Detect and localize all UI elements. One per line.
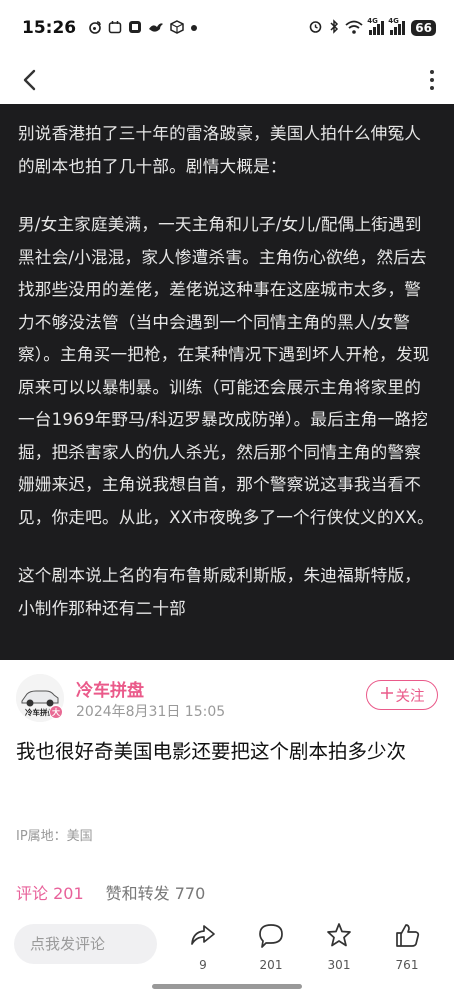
bird-icon [148, 20, 164, 37]
status-bar: 15:26 4G 4G 66 [0, 0, 454, 56]
author-row: 冷车拼盘 大 冷车拼盘 2024年8月31日 15:05 关注 [0, 668, 454, 728]
quote-paragraph: 别说香港拍了三十年的雷洛跛豪，美国人拍什么伸冤人的剧本也拍了几十部。剧情大概是： [18, 124, 422, 176]
tab-reposts[interactable]: 赞和转发 770 [106, 880, 206, 904]
thumbs-up-icon [394, 922, 420, 952]
post-body: 我也很好奇美国电影还要把这个剧本拍多少次 [16, 740, 407, 763]
comment-count: 201 [259, 958, 283, 972]
status-right: 4G 4G 66 [308, 17, 436, 37]
network-label: 4G [388, 17, 399, 25]
status-left: 15:26 [22, 18, 198, 38]
tieba-icon [128, 20, 142, 37]
share-button[interactable]: 9 [178, 922, 228, 972]
status-time: 15:26 [22, 18, 77, 38]
ip-location: IP属地：美国 [16, 829, 93, 844]
quoted-content: 别说香港拍了三十年的雷洛跛豪，美国人拍什么伸冤人的剧本也拍了几十部。剧情大概是：… [0, 104, 454, 660]
share-icon [190, 922, 216, 952]
calendar-icon [108, 20, 122, 37]
more-vertical-icon[interactable] [428, 68, 436, 92]
home-indicator[interactable] [152, 984, 302, 989]
signal-4g-icon: 4G [388, 17, 406, 35]
bluetooth-icon [329, 19, 339, 37]
share-count: 9 [199, 958, 207, 972]
follow-label: 关注 [395, 688, 425, 705]
signal-4g-icon: 4G [367, 17, 385, 35]
favorite-button[interactable]: 301 [314, 922, 364, 972]
nav-bar [0, 56, 454, 104]
follow-button[interactable]: 关注 [366, 680, 438, 710]
plus-icon [380, 686, 394, 704]
wifi-icon [345, 20, 363, 37]
author-name[interactable]: 冷车拼盘 [76, 676, 144, 701]
weibo-icon [88, 20, 102, 37]
battery-indicator: 66 [411, 20, 436, 36]
chevron-left-icon[interactable] [18, 68, 42, 92]
post-time: 2024年8月31日 15:05 [76, 704, 226, 720]
tab-comments[interactable]: 评论 201 [16, 880, 84, 904]
quote-paragraph: 男/女主家庭美满，一天主角和儿子/女儿/配偶上街遇到黑社会/小混混，家人惨遭杀害… [18, 215, 434, 527]
dot-icon [190, 22, 198, 35]
network-label: 4G [367, 17, 378, 25]
star-icon [326, 922, 352, 952]
comment-input[interactable] [14, 924, 157, 964]
alarm-icon [308, 19, 323, 37]
like-button[interactable]: 761 [382, 922, 432, 972]
cube-icon [170, 19, 184, 37]
favorite-count: 301 [327, 958, 351, 972]
quote-paragraph: 这个剧本说上名的有布鲁斯威利斯版，朱迪福斯特版，小制作那种还有二十部 [18, 566, 422, 618]
like-count: 761 [395, 958, 419, 972]
stats-row: 评论 201 赞和转发 770 [16, 880, 205, 904]
comment-icon [258, 922, 284, 952]
comment-button[interactable]: 201 [246, 922, 296, 972]
verified-badge: 大 [49, 705, 63, 719]
